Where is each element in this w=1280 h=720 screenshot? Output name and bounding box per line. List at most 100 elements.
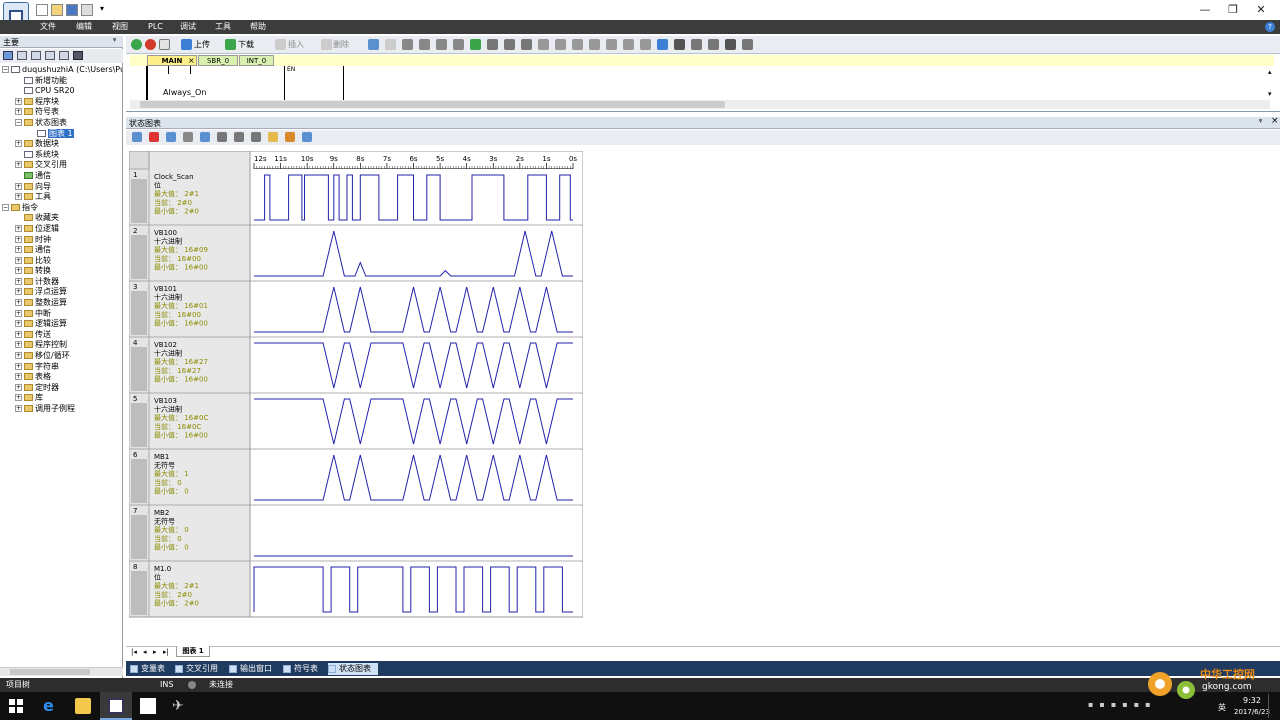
menu-plc[interactable]: PLC [148,21,163,33]
sheet-tab-chart1[interactable]: 图表 1 [176,646,210,657]
tree-item[interactable]: − 状态图表 [2,118,122,129]
tree-expander-icon[interactable]: + [15,182,22,190]
tree-item[interactable]: + 符号表 [2,107,122,118]
save-icon[interactable] [66,4,78,16]
tab-status-chart[interactable]: 状态图表 [328,663,378,675]
tree-expander-icon[interactable]: + [15,246,22,254]
file-explorer-icon[interactable] [75,698,91,714]
tree-expander-icon[interactable]: + [15,288,22,296]
toolbar-tool-icon[interactable] [589,39,600,50]
close-button[interactable]: ✕ [1246,2,1276,18]
toolbar-tool-icon[interactable] [691,39,702,50]
scroll-down-icon[interactable]: ▾ [1268,90,1272,98]
clock-date[interactable]: 2017/6/23 [1234,708,1270,716]
compile-icon[interactable] [159,39,170,50]
upload-icon[interactable] [181,39,192,50]
menu-debug[interactable]: 调试 [180,21,196,33]
tree-tool-icon[interactable] [59,51,69,60]
project-tree-scrollbar[interactable] [0,667,123,676]
tab-cross-reference[interactable]: 交叉引用 [175,663,227,675]
row-selector[interactable] [131,291,147,335]
row-selector[interactable] [131,515,147,559]
toolbar-tool-icon[interactable] [368,39,379,50]
toolbar-tool-icon[interactable] [674,39,685,50]
tree-expander-icon[interactable]: + [15,235,22,243]
row-selector[interactable] [131,347,147,391]
toolbar-tool-icon[interactable] [538,39,549,50]
tree-item[interactable]: + 时钟 [2,235,122,246]
tree-item[interactable]: 通信 [2,171,122,182]
download-button[interactable]: 下载 [238,39,254,50]
tree-item[interactable]: 图表 1 [2,128,122,140]
toolbar-tool-icon[interactable] [623,39,634,50]
tree-expander-icon[interactable]: + [15,140,22,148]
tree-item[interactable]: + 向导 [2,182,122,193]
media-app-icon[interactable] [140,698,156,714]
pin-icon[interactable]: ᵠ [113,36,116,45]
toolbar-tool-icon[interactable] [453,39,464,50]
tree-expander-icon[interactable]: + [15,330,22,338]
tree-tool-icon[interactable] [31,51,41,60]
tree-item[interactable]: + 字符串 [2,362,122,373]
status-chart-tool-icon[interactable] [200,132,210,142]
tree-expander-icon[interactable]: + [15,341,22,349]
tree-item[interactable]: + 调用子例程 [2,404,122,415]
toolbar-tool-icon[interactable] [504,39,515,50]
tree-item[interactable]: − 指令 [2,203,122,214]
app-icon[interactable]: ✈ [172,698,188,714]
tree-item[interactable]: + 工具 [2,192,122,203]
menu-edit[interactable]: 编辑 [76,21,92,33]
tree-item[interactable]: + 数据块 [2,139,122,150]
toolbar-tool-icon[interactable] [606,39,617,50]
tree-expander-icon[interactable]: + [15,193,22,201]
tree-expander-icon[interactable]: + [15,161,22,169]
toolbar-tool-icon[interactable] [742,39,753,50]
tree-item[interactable]: 新增功能 [2,76,122,87]
tree-expander-icon[interactable]: + [15,224,22,232]
tree-expander-icon[interactable]: + [15,352,22,360]
toolbar-tool-icon[interactable] [640,39,651,50]
tree-expander-icon[interactable]: + [15,108,22,116]
status-chart-tool-icon[interactable] [251,132,261,142]
status-chart-tool-icon[interactable] [149,132,159,142]
tree-expander-icon[interactable]: − [2,66,9,73]
tree-item[interactable]: + 中断 [2,309,122,320]
status-chart-tool-icon[interactable] [302,132,312,142]
row-selector[interactable] [131,459,147,503]
download-icon[interactable] [225,39,236,50]
restore-button[interactable]: ❐ [1218,2,1248,18]
tree-item[interactable]: + 浮点运算 [2,287,122,298]
pin-icon[interactable]: ᵠ [1259,117,1262,126]
stop-icon[interactable] [145,39,156,50]
tree-expander-icon[interactable]: + [15,267,22,275]
tree-item[interactable]: + 交叉引用 [2,160,122,171]
tree-item[interactable]: + 移位/循环 [2,351,122,362]
print-icon[interactable] [81,4,93,16]
menu-view[interactable]: 视图 [112,21,128,33]
tree-item[interactable]: + 逻辑运算 [2,319,122,330]
open-folder-icon[interactable] [51,4,63,16]
tree-item[interactable]: + 位逻辑 [2,224,122,235]
tree-expander-icon[interactable]: − [15,118,22,126]
tree-expander-icon[interactable]: + [15,394,22,402]
tree-tool-icon[interactable] [45,51,55,60]
edge-browser-icon[interactable]: e [43,698,59,714]
editor-horizontal-scrollbar[interactable] [130,100,1270,109]
tree-expander-icon[interactable]: + [15,97,22,105]
toolbar-tool-icon[interactable] [725,39,736,50]
tree-expander-icon[interactable]: − [2,203,9,211]
sheet-nav-first[interactable]: |◂ [131,648,137,656]
tree-item[interactable]: + 库 [2,393,122,404]
toolbar-tool-icon[interactable] [470,39,481,50]
toolbar-tool-icon[interactable] [436,39,447,50]
tree-tool-icon[interactable] [73,51,83,60]
tree-item[interactable]: 收藏夹 [2,213,122,224]
tab-int0[interactable]: INT_0 [239,55,274,66]
tree-item[interactable]: + 程序控制 [2,340,122,351]
toolbar-tool-icon[interactable] [572,39,583,50]
tree-expander-icon[interactable]: + [15,383,22,391]
upload-button[interactable]: 上传 [194,39,210,50]
menu-file[interactable]: 文件 [40,21,56,33]
tree-expander-icon[interactable]: + [15,256,22,264]
row-selector[interactable] [131,179,147,223]
